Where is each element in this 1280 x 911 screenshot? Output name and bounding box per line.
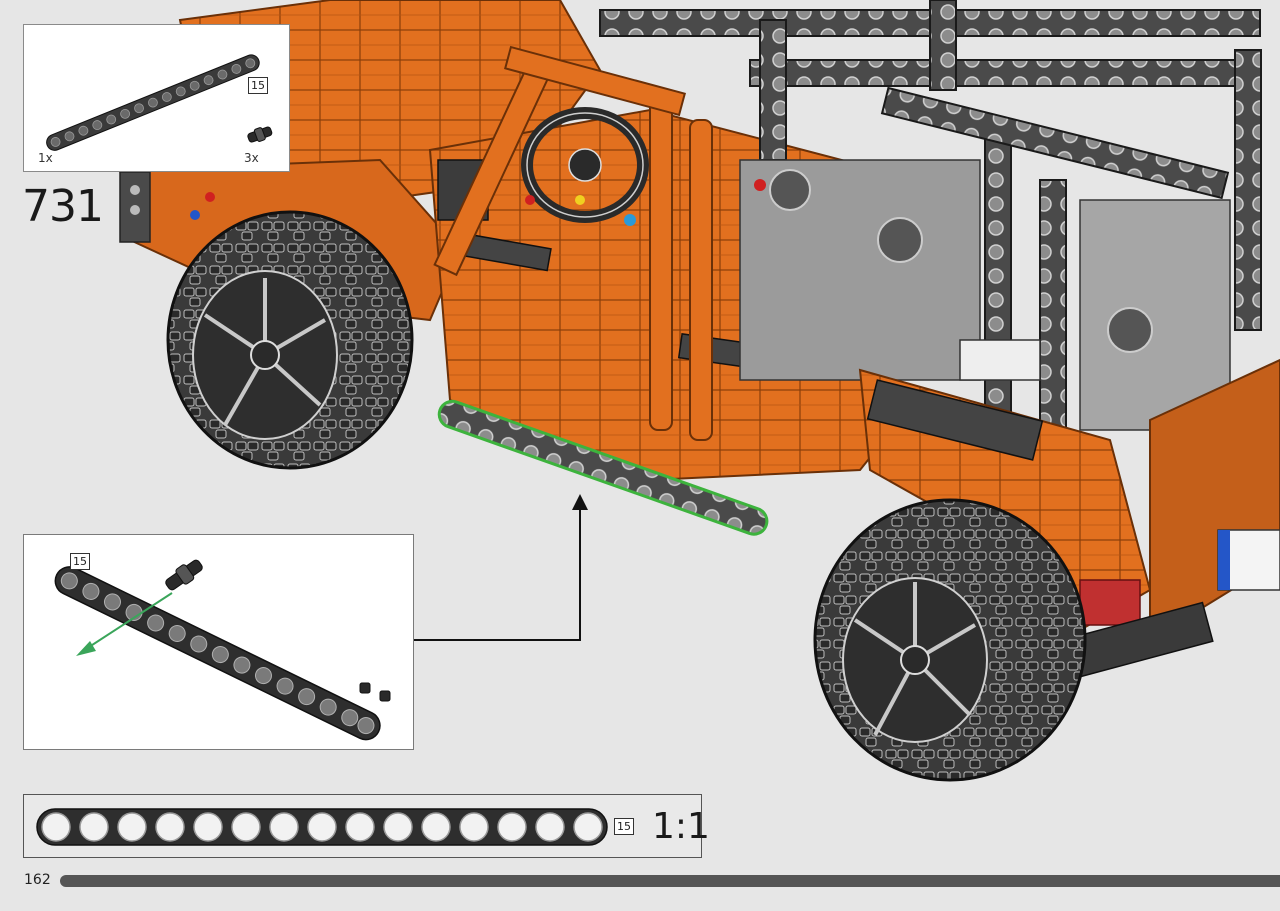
scale-label: 1:1 <box>652 806 710 847</box>
front-wheel <box>166 210 414 470</box>
arrow-up-icon <box>572 494 588 510</box>
beam-length-badge: 15 <box>248 77 268 94</box>
pin-quantity: 3x <box>244 151 259 165</box>
rear-wheel <box>813 498 1087 782</box>
scale-indicator: 15 1:1 <box>23 794 710 858</box>
progress-bar-fill <box>60 875 1280 887</box>
parts-list: 1x 3x 15 <box>23 24 290 172</box>
scale-beam-icon <box>36 808 608 846</box>
callout-length-badge: 15 <box>70 553 90 570</box>
callout-connector <box>414 508 581 641</box>
pin-connector-icon <box>247 126 273 143</box>
callout-pin-icon <box>165 559 203 591</box>
scale-length-badge: 15 <box>614 818 634 835</box>
callout-end-pins-icon <box>359 682 391 702</box>
page-number: 162 <box>24 872 51 888</box>
beam-15-icon <box>46 54 260 151</box>
sub-assembly-callout: 15 <box>23 534 414 750</box>
progress-bar <box>60 875 1280 887</box>
callout-beam-icon <box>54 566 381 741</box>
step-number: 731 <box>22 181 104 232</box>
beam-quantity: 1x <box>38 151 53 165</box>
